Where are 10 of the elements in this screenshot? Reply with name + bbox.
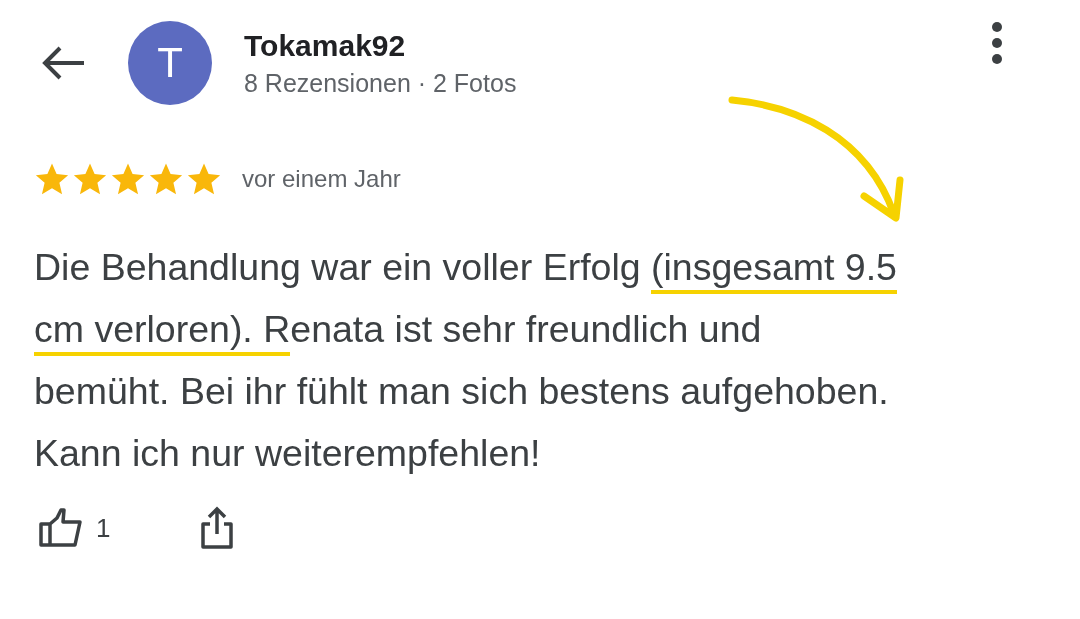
review-text: Die Behandlung war ein voller Erfolg (insgesamt 9.5 cm verloren). Renata ist sehr freundlich und bemüht. Bei ihr fühlt man sich bestens aufgehoben. Kann ich nur weiterempfehlen! — [34, 245, 898, 476]
thumbs-up-icon[interactable] — [38, 508, 84, 548]
author-name: Tokamak92 — [244, 28, 407, 63]
share-icon[interactable] — [200, 506, 235, 550]
more-icon[interactable] — [991, 21, 1003, 65]
avatar: T — [128, 21, 212, 105]
back-icon[interactable] — [42, 45, 86, 81]
like-count: 1 — [96, 512, 111, 544]
review-time: vor einem Jahr — [242, 165, 401, 193]
author-meta: 8 Rezensionen · 2 Fotos — [244, 68, 518, 98]
